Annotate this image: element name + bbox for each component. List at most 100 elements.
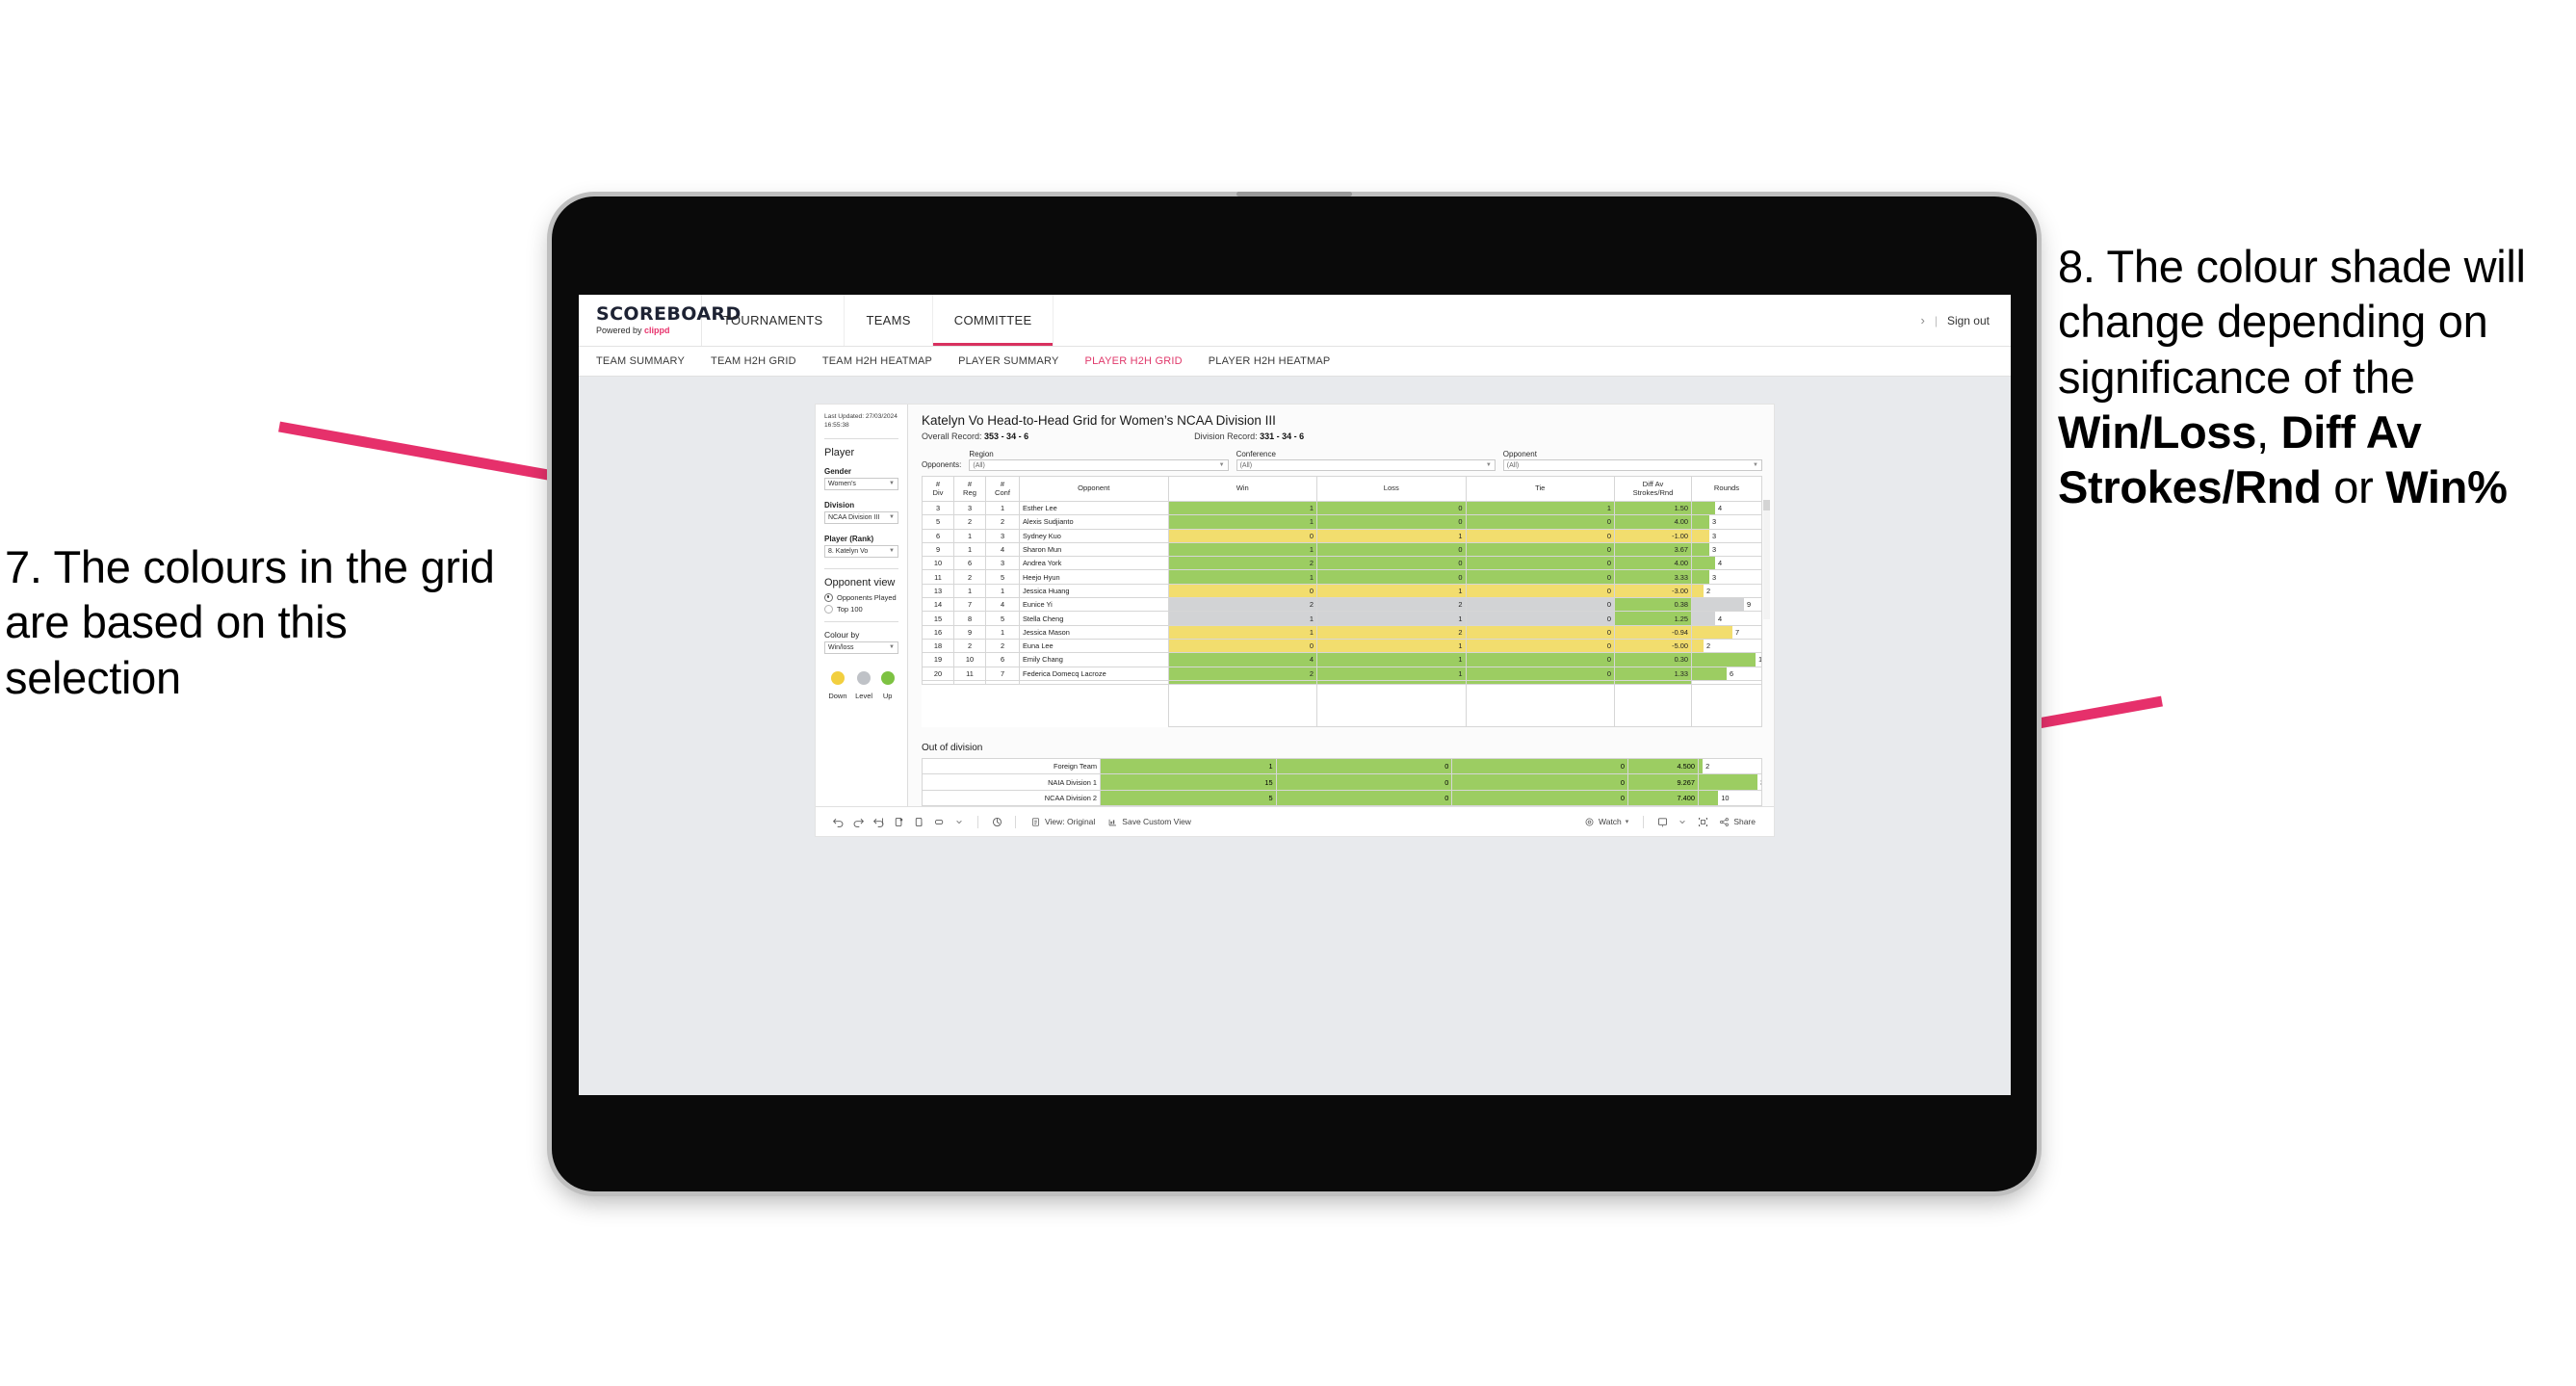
subnav-team-h2h-heatmap[interactable]: TEAM H2H HEATMAP: [822, 355, 932, 367]
col-header-win[interactable]: Win: [1167, 476, 1317, 502]
fullscreen-button[interactable]: [1694, 812, 1711, 831]
ood-row[interactable]: NCAA Division 2 5 0 0 7.400 10: [922, 789, 1762, 807]
col-header--reg[interactable]: # Reg: [953, 476, 986, 502]
subnav-player-h2h-heatmap[interactable]: PLAYER H2H HEATMAP: [1209, 355, 1331, 367]
table-row[interactable]: 18 2 2 Euna Lee 0 1 0 -5.00 2: [922, 638, 1762, 654]
legend-level-label: Level: [855, 691, 873, 700]
table-row[interactable]: 10 6 3 Andrea York 2 0 0 4.00 4: [922, 556, 1762, 571]
conference-select[interactable]: (All) ▼: [1236, 459, 1496, 471]
table-row[interactable]: 9 1 4 Sharon Mun 1 0 0 3.67 3: [922, 541, 1762, 558]
download-button[interactable]: [1653, 812, 1671, 831]
nav-teams[interactable]: TEAMS: [845, 295, 933, 346]
ood-cell-tie: 0: [1451, 757, 1628, 775]
radio-opponents-played[interactable]: Opponents Played: [824, 592, 898, 602]
gender-select[interactable]: Women’s ▼: [824, 477, 898, 490]
col-header-loss[interactable]: Loss: [1316, 476, 1467, 502]
rounds-value: 30: [1757, 775, 1761, 790]
subnav-player-summary[interactable]: PLAYER SUMMARY: [958, 355, 1058, 367]
brand-logo[interactable]: SCOREBOARD Powered by clippd: [579, 295, 741, 346]
division-select[interactable]: NCAA Division III ▼: [824, 510, 898, 524]
table-row[interactable]: 14 7 4 Eunice Yi 2 2 0 0.38 9: [922, 597, 1762, 613]
ood-row[interactable]: NAIA Division 115009.26730: [922, 773, 1762, 791]
nav-tournaments[interactable]: TOURNAMENTS: [702, 295, 846, 346]
table-row[interactable]: 16 9 1 Jessica Mason 1 2 0 -0.94 7: [922, 624, 1762, 640]
grid-scrollbar-thumb[interactable]: [1763, 500, 1770, 510]
colour-by-select[interactable]: Win/loss ▼: [824, 641, 898, 654]
watch-button[interactable]: Watch ▾: [1579, 817, 1633, 827]
rounds-bar: [1692, 571, 1709, 584]
download-caret-icon[interactable]: [1674, 812, 1691, 831]
panel-divider-3: [824, 620, 898, 622]
subnav-team-summary[interactable]: TEAM SUMMARY: [596, 355, 685, 367]
rounds-bar: [1692, 612, 1715, 625]
col-header-rounds[interactable]: Rounds: [1691, 476, 1762, 502]
region-select[interactable]: (All) ▼: [969, 459, 1229, 471]
region-value: (All): [973, 461, 985, 469]
zoom-dropdown-caret[interactable]: [950, 812, 968, 831]
pause-button[interactable]: [910, 812, 927, 831]
highlight-button[interactable]: [988, 812, 1005, 831]
sign-out-link[interactable]: Sign out: [1947, 314, 1990, 327]
cell-reg: 2: [953, 514, 986, 530]
opponent-view-heading: Opponent view: [824, 576, 896, 588]
chevron-right-icon[interactable]: ›: [1920, 313, 1924, 327]
player-rank-select[interactable]: 8. Katelyn Vo ▼: [824, 544, 898, 558]
conference-label: Conference: [1236, 450, 1276, 458]
cell-opponent: Eunice Yi: [1019, 597, 1169, 613]
redo-button[interactable]: [849, 812, 867, 831]
table-row[interactable]: 20 11 7 Federica Domecq Lacroze 2 1 0 1.33 6: [922, 666, 1762, 681]
records-row: Overall Record: 353 - 34 - 6 Division Re…: [922, 431, 1762, 441]
revert-button[interactable]: [870, 812, 887, 831]
col-header-diff-av-strokes-rnd[interactable]: Diff Av Strokes/Rnd: [1614, 476, 1692, 502]
legend-down: Down: [828, 670, 847, 700]
grid-scrollbar-track[interactable]: [1763, 500, 1770, 619]
toolbar-right-group: Watch ▾ Share: [1579, 812, 1760, 831]
opponent-select[interactable]: (All) ▼: [1502, 459, 1762, 471]
radio-top-100[interactable]: Top 100: [824, 604, 898, 614]
cell-conf: 2: [985, 638, 1020, 654]
division-record-label: Division Record:: [1194, 431, 1258, 441]
share-button[interactable]: Share: [1714, 817, 1760, 827]
cell-diff: 4.00: [1614, 514, 1692, 530]
table-row[interactable]: 11 2 5 Heejo Hyun 1 0 0 3.33 3: [922, 569, 1762, 585]
rounds-value: 2: [1706, 586, 1711, 595]
cell-rounds: 4: [1691, 556, 1762, 571]
chevron-down-icon: ▼: [889, 548, 895, 555]
cell-win: 1: [1167, 611, 1317, 626]
cell-diff: 0.38: [1614, 597, 1692, 613]
cell-rounds: 2: [1691, 583, 1762, 599]
radio-selected-icon: [824, 592, 833, 602]
col-header-opponent[interactable]: Opponent: [1019, 476, 1169, 502]
view-original-button[interactable]: View: Original: [1026, 817, 1100, 827]
subnav-player-h2h-grid[interactable]: PLAYER H2H GRID: [1085, 355, 1183, 367]
undo-button[interactable]: [829, 812, 846, 831]
toolbar-divider-2: [1015, 815, 1016, 828]
cell-reg: 3: [953, 500, 986, 516]
refresh-button[interactable]: [890, 812, 907, 831]
zoom-tool-button[interactable]: [930, 812, 948, 831]
cell-win: 2: [1167, 666, 1317, 681]
rounds-value: 4: [1718, 504, 1723, 513]
view-original-label: View: Original: [1045, 817, 1096, 827]
table-row[interactable]: 3 3 1 Esther Lee 1 0 1 1.50 4: [922, 500, 1762, 516]
table-row[interactable]: 19106Emily Chang4100.3011: [922, 652, 1762, 667]
subnav-team-h2h-grid[interactable]: TEAM H2H GRID: [711, 355, 796, 367]
gender-value: Women’s: [828, 480, 856, 487]
ood-cell-tie: 0: [1451, 773, 1628, 791]
col-header--conf[interactable]: # Conf: [985, 476, 1020, 502]
table-row[interactable]: 15 8 5 Stella Cheng 1 1 0 1.25 4: [922, 611, 1762, 626]
col-header--div[interactable]: # Div: [922, 476, 954, 502]
cell-opponent: Heejo Hyun: [1019, 569, 1169, 585]
ood-row[interactable]: Foreign Team 1 0 0 4.500 2: [922, 757, 1762, 775]
legend-down-swatch: [830, 670, 845, 685]
save-custom-view-button[interactable]: Save Custom View: [1103, 817, 1196, 827]
table-row[interactable]: 5 2 2 Alexis Sudjianto 1 0 0 4.00 3: [922, 514, 1762, 530]
cell-div: 14: [922, 597, 954, 613]
cell-rounds: 11: [1691, 652, 1762, 667]
gender-label: Gender: [824, 466, 852, 476]
table-row[interactable]: 13 1 1 Jessica Huang 0 1 0 -3.00 2: [922, 583, 1762, 599]
col-header-tie[interactable]: Tie: [1465, 476, 1615, 502]
ood-cell-rounds: 2: [1698, 757, 1762, 775]
table-row[interactable]: 6 1 3 Sydney Kuo 0 1 0 -1.00 3: [922, 528, 1762, 543]
nav-committee[interactable]: COMMITTEE: [932, 295, 1054, 346]
